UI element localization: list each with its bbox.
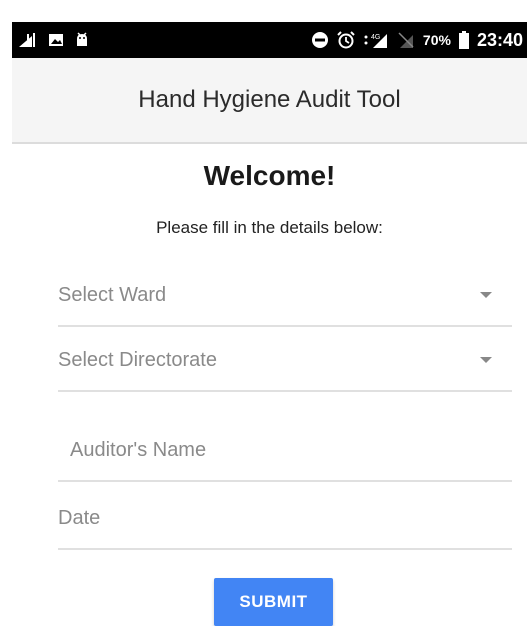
date-input[interactable]: [58, 488, 512, 550]
signal-app-icon: [18, 32, 38, 48]
form-instructions: Please fill in the details below:: [156, 218, 383, 237]
battery-percent: 70%: [422, 32, 451, 48]
auditor-name-input[interactable]: [58, 420, 512, 482]
image-icon: [48, 32, 64, 48]
no-sim-icon: [397, 31, 415, 49]
ward-select[interactable]: Select Ward: [58, 265, 512, 327]
chevron-down-icon: [480, 357, 492, 363]
do-not-disturb-icon: [311, 31, 329, 49]
directorate-select[interactable]: Select Directorate: [58, 330, 512, 392]
ward-select-value: Select Ward: [58, 283, 167, 306]
status-bar-right: 4G 70% 23:40: [311, 30, 523, 51]
status-bar-left: [18, 32, 90, 48]
alarm-icon: [337, 31, 355, 49]
chevron-down-icon: [480, 292, 492, 298]
battery-icon: [458, 31, 469, 49]
app-title: Hand Hygiene Audit Tool: [138, 86, 401, 113]
app-bar: Hand Hygiene Audit Tool: [12, 58, 527, 144]
android-icon: [74, 32, 90, 48]
welcome-heading: Welcome!: [203, 160, 336, 191]
signal-icon: 4G: [363, 31, 389, 49]
status-time: 23:40: [476, 29, 523, 50]
submit-button[interactable]: SUBMIT: [214, 578, 333, 626]
directorate-select-value: Select Directorate: [58, 348, 217, 371]
status-bar: 4G 70% 23:40: [12, 22, 527, 58]
svg-text:4G: 4G: [371, 34, 380, 41]
